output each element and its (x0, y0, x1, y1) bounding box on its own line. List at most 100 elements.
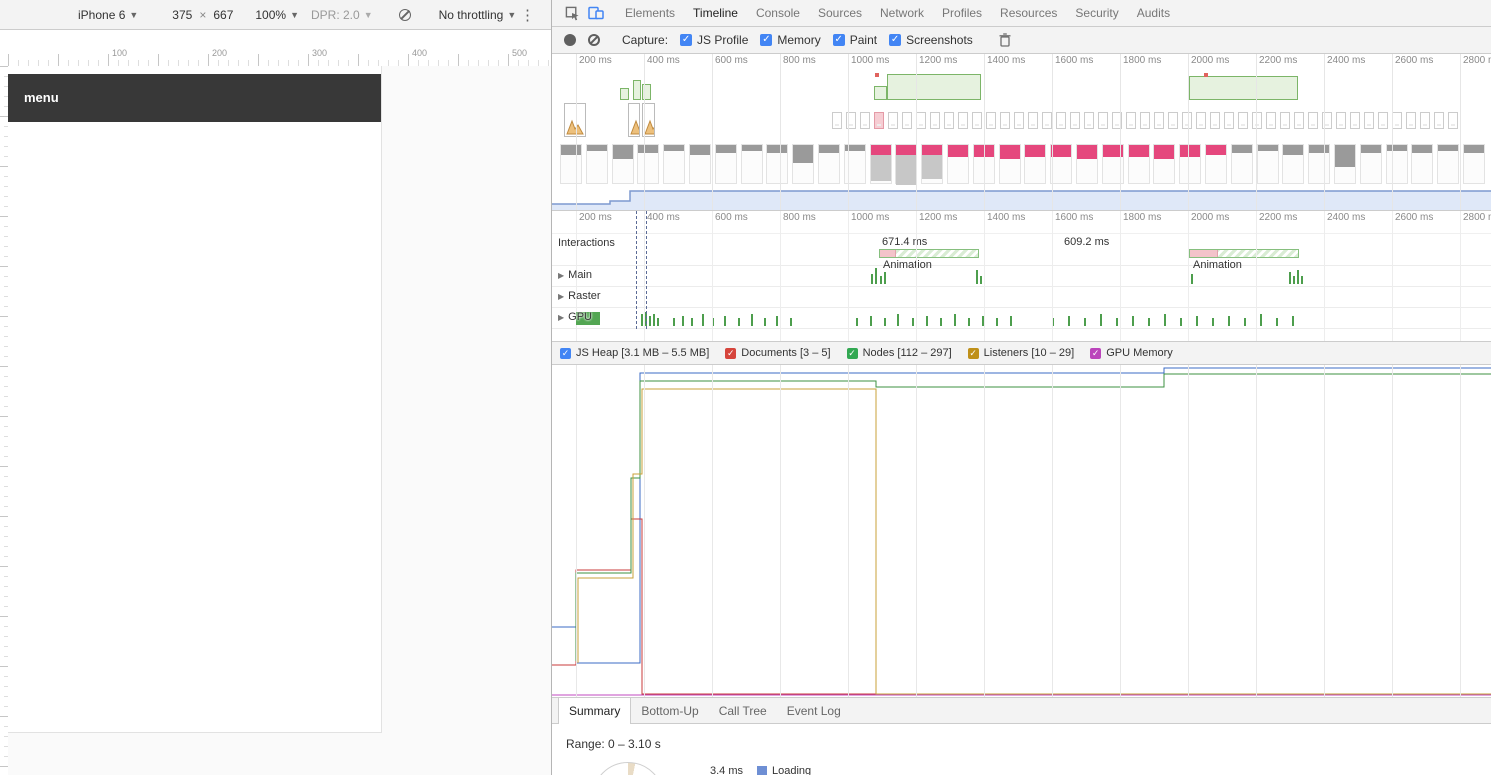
screenshot-thumbnail[interactable] (1308, 112, 1318, 129)
tab-event-log[interactable]: Event Log (777, 698, 851, 723)
counter-toggle-js-heap[interactable]: ✓ JS Heap [3.1 MB – 5.5 MB] (560, 347, 709, 359)
disclosure-triangle-icon[interactable]: ▶ (558, 313, 564, 322)
tab-profiles[interactable]: Profiles (933, 0, 991, 26)
screenshot-thumbnail[interactable] (944, 112, 954, 129)
tab-security[interactable]: Security (1066, 0, 1127, 26)
track-interactions[interactable]: Interactions 671.4 ms Animation 609.2 ms An… (552, 233, 1491, 271)
screenshot-thumbnail[interactable] (1336, 112, 1346, 129)
checkbox-icon[interactable]: ✓ (760, 34, 773, 46)
checkbox-icon[interactable]: ✓ (680, 34, 693, 46)
tab-network[interactable]: Network (871, 0, 933, 26)
screenshot-thumbnail[interactable] (1280, 112, 1290, 129)
screenshot-thumbnail[interactable] (1238, 112, 1248, 129)
inspect-element-icon[interactable] (560, 0, 584, 26)
screenshot-thumbnail[interactable] (902, 112, 912, 129)
screenshot-thumbnail[interactable] (916, 112, 926, 129)
screenshot-thumbnail[interactable] (1000, 112, 1010, 129)
checkbox-icon[interactable]: ✓ (889, 34, 902, 46)
animation-bar[interactable] (1189, 249, 1299, 258)
capture-option-memory[interactable]: ✓ Memory (760, 33, 821, 47)
checkbox-icon[interactable]: ✓ (1090, 347, 1102, 359)
screenshot-thumbnail[interactable] (832, 112, 842, 129)
tab-bottom-up[interactable]: Bottom-Up (631, 698, 708, 723)
record-button[interactable] (564, 34, 576, 46)
capture-option-paint[interactable]: ✓ Paint (832, 33, 877, 47)
tab-elements[interactable]: Elements (616, 0, 684, 26)
screenshot-thumbnail[interactable] (1448, 112, 1458, 129)
checkbox-icon[interactable]: ✓ (725, 347, 737, 359)
page-menu-header[interactable]: menu (8, 74, 381, 122)
screenshot-thumbnail[interactable] (1392, 112, 1402, 129)
screenshot-thumbnail[interactable] (564, 103, 586, 137)
more-options-button[interactable]: ⋮ (520, 6, 535, 24)
screenshot-thumbnail[interactable] (1294, 112, 1304, 129)
screenshot-thumbnail[interactable] (986, 112, 996, 129)
tab-audits[interactable]: Audits (1128, 0, 1179, 26)
screenshot-thumbnail[interactable] (628, 103, 640, 137)
capture-option-screenshots[interactable]: ✓ Screenshots (889, 33, 973, 47)
screenshot-thumbnail[interactable] (860, 112, 870, 129)
tab-resources[interactable]: Resources (991, 0, 1066, 26)
screenshot-thumbnail[interactable] (1126, 112, 1136, 129)
screenshot-thumbnail[interactable] (1406, 112, 1416, 129)
garbage-collect-button[interactable] (999, 33, 1011, 47)
screenshot-thumbnail[interactable] (1042, 112, 1052, 129)
counter-toggle-nodes[interactable]: ✓ Nodes [112 – 297] (846, 347, 952, 359)
screenshot-thumbnail[interactable] (1098, 112, 1108, 129)
screenshot-thumbnail[interactable] (1028, 112, 1038, 129)
counter-toggle-gpu-memory[interactable]: ✓ GPU Memory (1090, 347, 1173, 359)
capture-option-js-profile[interactable]: ✓ JS Profile (680, 33, 748, 47)
tab-console[interactable]: Console (747, 0, 809, 26)
screenshot-thumbnail[interactable] (1420, 112, 1430, 129)
checkbox-icon[interactable]: ✓ (560, 347, 571, 359)
screenshot-thumbnail[interactable] (1252, 112, 1262, 129)
timeline-overview[interactable]: 200 ms 400 ms 600 ms 800 ms 1000 ms 1200 ms 14… (552, 54, 1491, 211)
clear-button[interactable] (588, 34, 600, 46)
device-select[interactable]: iPhone 6 ▼ (78, 8, 138, 22)
zoom-select[interactable]: 100% ▼ (255, 8, 299, 22)
checkbox-icon[interactable]: ✓ (846, 347, 858, 359)
counter-toggle-documents[interactable]: ✓ Documents [3 – 5] (725, 347, 831, 359)
counters-chart[interactable] (552, 365, 1491, 697)
tab-sources[interactable]: Sources (809, 0, 871, 26)
screenshot-thumbnail[interactable] (1014, 112, 1024, 129)
track-main[interactable]: ▶ Main (552, 266, 1491, 287)
screenshot-thumbnail[interactable] (1350, 112, 1360, 129)
screenshot-thumbnail[interactable] (1224, 112, 1234, 129)
disclosure-triangle-icon[interactable]: ▶ (558, 292, 564, 301)
tab-summary[interactable]: Summary (558, 698, 632, 724)
screenshot-thumbnail[interactable] (958, 112, 968, 129)
screenshot-thumbnail[interactable] (1084, 112, 1094, 129)
throttling-select[interactable]: No throttling ▼ (439, 8, 517, 22)
emulated-page[interactable]: menu (8, 66, 382, 733)
screenshot-thumbnail[interactable] (1266, 112, 1276, 129)
screenshot-thumbnail[interactable] (1070, 112, 1080, 129)
dpr-select[interactable]: DPR: 2.0 ▼ (311, 8, 373, 22)
screenshot-thumbnail[interactable] (874, 112, 884, 129)
track-gpu[interactable]: ▶ GPU (552, 308, 1491, 329)
tab-call-tree[interactable]: Call Tree (709, 698, 777, 723)
screenshot-thumbnail[interactable] (1182, 112, 1192, 129)
device-toolbar-toggle-icon[interactable] (584, 0, 608, 26)
track-raster[interactable]: ▶ Raster (552, 287, 1491, 308)
checkbox-icon[interactable]: ✓ (832, 34, 845, 46)
disclosure-triangle-icon[interactable]: ▶ (558, 271, 564, 280)
device-width-field[interactable]: 375 (172, 8, 192, 22)
screenshot-thumbnail[interactable] (1196, 112, 1206, 129)
screenshot-thumbnail[interactable] (1210, 112, 1220, 129)
screenshot-thumbnail[interactable] (1434, 112, 1444, 129)
screenshot-thumbnail[interactable] (1056, 112, 1066, 129)
checkbox-icon[interactable]: ✓ (967, 347, 979, 359)
timeline-tracks[interactable]: Interactions 671.4 ms Animation 609.2 ms An… (552, 211, 1491, 341)
screenshot-thumbnail[interactable] (972, 112, 982, 129)
animation-bar[interactable] (879, 249, 979, 258)
tab-timeline[interactable]: Timeline (684, 0, 747, 26)
screenshot-thumbnail[interactable] (1378, 112, 1388, 129)
screenshot-thumbnail[interactable] (1140, 112, 1150, 129)
screenshot-thumbnail[interactable] (1364, 112, 1374, 129)
device-height-field[interactable]: 667 (213, 8, 233, 22)
counter-toggle-listeners[interactable]: ✓ Listeners [10 – 29] (967, 347, 1074, 359)
screenshot-thumbnail[interactable] (930, 112, 940, 129)
screenshot-thumbnail[interactable] (888, 112, 898, 129)
screenshot-thumbnail[interactable] (1168, 112, 1178, 129)
